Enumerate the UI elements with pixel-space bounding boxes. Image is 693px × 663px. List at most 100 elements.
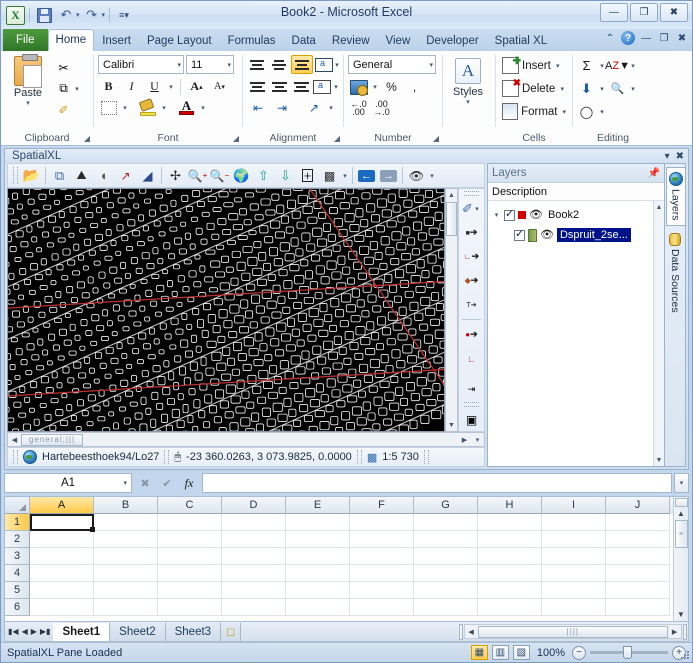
insert-cells-dropdown-icon[interactable]: ▾ <box>554 62 562 70</box>
grid-scroll-left-icon[interactable]: ◀ <box>465 628 478 636</box>
format-cells-dropdown-icon[interactable]: ▾ <box>561 108 569 116</box>
line-tool-icon[interactable]: ∟ <box>460 347 484 370</box>
font-name-combo[interactable]: Calibri ▾ <box>98 55 184 74</box>
cell-g6[interactable] <box>414 599 478 616</box>
page-layout-view-button[interactable]: ▥ <box>492 645 509 660</box>
vtools-grip-2[interactable] <box>464 402 479 407</box>
zoom-previous-up-icon[interactable]: ⇧ <box>253 165 274 186</box>
restore-workbook-icon[interactable]: ❐ <box>657 33 671 44</box>
layer-label-child[interactable]: Dspruit_2se... <box>557 228 631 242</box>
cell-b6[interactable] <box>94 599 158 616</box>
underline-button[interactable]: U <box>144 77 165 97</box>
zoom-extent-icon[interactable]: + <box>297 165 318 186</box>
visibility-icon[interactable]: 👁 <box>406 165 427 186</box>
autosum-icon[interactable]: Σ <box>577 57 596 75</box>
row-header-2[interactable]: 2 <box>5 531 30 548</box>
vtools-grip[interactable] <box>464 191 479 196</box>
borders-button[interactable] <box>98 98 119 118</box>
cell-j4[interactable] <box>606 565 670 582</box>
tab-data[interactable]: Data <box>284 30 324 51</box>
worksheet-grid[interactable]: A B C D E F G H I J 1 <box>5 497 673 621</box>
layer-visibility-icon[interactable]: 👁 <box>529 210 543 220</box>
cell-j2[interactable] <box>606 531 670 548</box>
map-scroll-up-icon[interactable]: ▲ <box>448 189 455 201</box>
delete-cells-dropdown-icon[interactable]: ▾ <box>558 85 566 93</box>
map-horizontal-scrollbar[interactable]: ◀ general;||| ▶ ▾ <box>7 432 485 447</box>
cell-a3[interactable] <box>30 548 94 565</box>
cell-d3[interactable] <box>222 548 286 565</box>
cell-j6[interactable] <box>606 599 670 616</box>
increase-indent-button[interactable]: ⇥ <box>271 99 293 118</box>
sheet-nav-buttons[interactable]: ▮◀ ◀ ▶ ▶▮ <box>5 627 53 636</box>
cell-i2[interactable] <box>542 531 606 548</box>
cell-g1[interactable] <box>414 514 478 531</box>
cell-h5[interactable] <box>478 582 542 599</box>
table-row[interactable]: 4 <box>5 565 673 582</box>
cell-i6[interactable] <box>542 599 606 616</box>
grid-vertical-scrollbar[interactable]: ▲ ≡ ▼ <box>673 497 688 621</box>
align-right-button[interactable] <box>291 78 311 97</box>
copy-map-icon[interactable]: ⧉ <box>49 165 70 186</box>
row-header-4[interactable]: 4 <box>5 565 30 582</box>
grid-rows[interactable]: 1 2 <box>5 514 673 621</box>
number-dialog-launcher[interactable]: ◢ <box>433 134 439 143</box>
map-canvas[interactable] <box>7 188 445 432</box>
tab-insert[interactable]: Insert <box>94 30 139 51</box>
pick-tool-icon[interactable]: ✐▾ <box>460 197 484 220</box>
map-scroll-left-icon[interactable]: ◀ <box>8 436 21 444</box>
grid-scroll-thumb[interactable]: ≡ <box>675 520 688 548</box>
cell-b5[interactable] <box>94 582 158 599</box>
cell-c1[interactable] <box>158 514 222 531</box>
cell-c4[interactable] <box>158 565 222 582</box>
accounting-format-button[interactable] <box>348 77 369 97</box>
layers-tab[interactable]: Layers <box>666 167 685 226</box>
layers-scroll-down-icon[interactable]: ▼ <box>656 454 663 466</box>
styles-button[interactable]: A Styles ▾ <box>447 54 489 106</box>
map-toolbar[interactable]: 📂 ⧉ ⛰ ◖ ↗ ◢ ✢ 🔍+ 🔍− 🌍 ⇧ ⇩ + ▩ ▾ <box>7 163 485 188</box>
ribbon-right-controls[interactable]: ⌃ ? — ❐ ✖ <box>603 31 689 45</box>
map-hscroll-thumb[interactable]: general;||| <box>21 434 83 446</box>
column-header-e[interactable]: E <box>286 497 350 514</box>
column-header-i[interactable]: I <box>542 497 606 514</box>
paste-button[interactable]: Paste ▾ <box>5 56 51 119</box>
column-header-d[interactable]: D <box>222 497 286 514</box>
expander-icon[interactable]: ▾ <box>492 211 501 219</box>
grid-horizontal-scrollbar[interactable]: ◀ |||| ▶ <box>464 624 682 639</box>
row-header-3[interactable]: 3 <box>5 548 30 565</box>
cell-h2[interactable] <box>478 531 542 548</box>
prev-sheet-icon[interactable]: ◀ <box>22 627 28 636</box>
delete-cells-button[interactable]: ✖ Delete ▾ <box>500 77 568 100</box>
pane-close-icon[interactable]: ✖ <box>676 151 684 162</box>
bold-button[interactable]: B <box>98 77 119 97</box>
column-header-h[interactable]: H <box>478 497 542 514</box>
sheet-split-handle[interactable] <box>459 624 463 640</box>
cell-g5[interactable] <box>414 582 478 599</box>
tab-spatial-xl[interactable]: Spatial XL <box>487 30 555 51</box>
pin-icon[interactable]: 📌 <box>648 168 660 179</box>
settings-icon[interactable]: ⛰ <box>71 165 92 186</box>
font-name-chevron-down-icon[interactable]: ▾ <box>174 61 181 69</box>
fill-icon[interactable]: ⬇ <box>577 80 596 98</box>
row-header-1[interactable]: 1 <box>5 514 30 531</box>
paste-dropdown-icon[interactable]: ▾ <box>26 99 30 107</box>
page-break-view-button[interactable]: ▧ <box>513 645 530 660</box>
sort-filter-icon[interactable]: AZ▼ <box>608 57 627 75</box>
comma-format-button[interactable]: , <box>404 77 425 97</box>
insert-function-icon[interactable]: fx <box>178 473 200 493</box>
data-sources-tab[interactable]: Data Sources <box>666 229 685 317</box>
cell-i1[interactable] <box>542 514 606 531</box>
merge-dropdown-icon[interactable]: ▾ <box>333 83 339 91</box>
cell-j1[interactable] <box>606 514 670 531</box>
font-dialog-launcher[interactable]: ◢ <box>233 134 239 143</box>
column-header-g[interactable]: G <box>414 497 478 514</box>
number-format-combo[interactable]: General ▾ <box>348 55 436 74</box>
cell-g3[interactable] <box>414 548 478 565</box>
column-header-j[interactable]: J <box>606 497 670 514</box>
name-box-chevron-down-icon[interactable]: ▾ <box>123 479 127 487</box>
cell-b4[interactable] <box>94 565 158 582</box>
cut-icon[interactable]: ✂ <box>55 59 72 76</box>
fill-dropdown-icon[interactable]: ▾ <box>598 85 606 93</box>
table-row[interactable]: 3 <box>5 548 673 565</box>
cell-g2[interactable] <box>414 531 478 548</box>
font-size-chevron-down-icon[interactable]: ▾ <box>224 61 231 69</box>
